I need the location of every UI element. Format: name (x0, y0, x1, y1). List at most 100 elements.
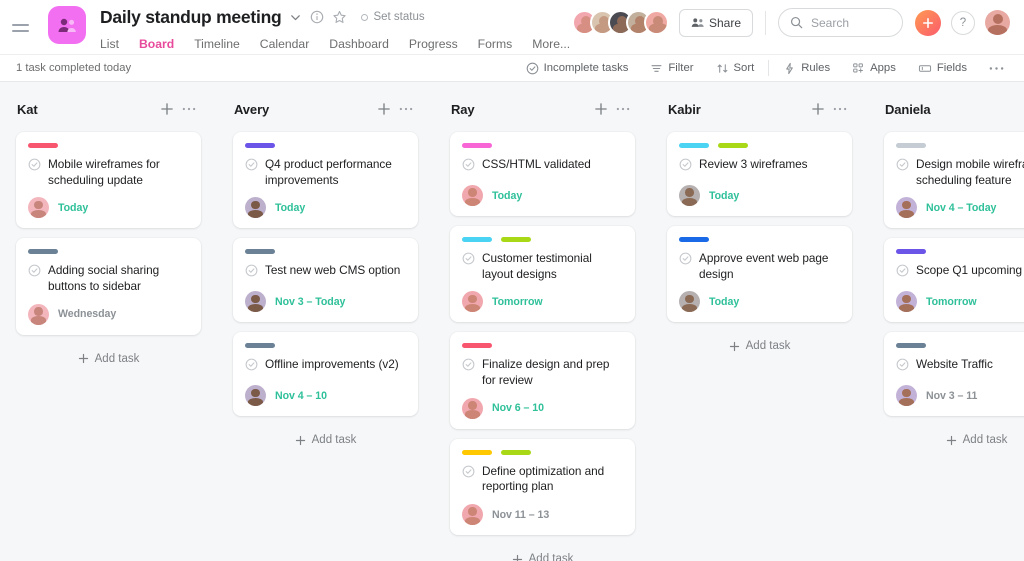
column-add-task-icon[interactable] (590, 98, 612, 120)
tab-dashboard[interactable]: Dashboard (329, 37, 389, 56)
task-due-date[interactable]: Today (492, 190, 522, 202)
task-complete-icon[interactable] (462, 465, 475, 483)
add-button[interactable] (915, 9, 941, 36)
check-circle-icon[interactable] (462, 158, 475, 171)
task-due-date[interactable]: Nov 6 – 10 (492, 402, 544, 414)
task-card[interactable]: Mobile wireframes for scheduling update T… (16, 132, 201, 229)
column-more-icon[interactable] (395, 98, 417, 120)
info-icon[interactable] (310, 10, 324, 24)
help-button[interactable]: ? (951, 10, 975, 35)
check-circle-icon[interactable] (679, 158, 692, 171)
apps-button[interactable]: Apps (841, 62, 907, 75)
share-button[interactable]: Share (678, 8, 753, 37)
column-title[interactable]: Avery (234, 102, 373, 117)
task-due-date[interactable]: Today (709, 190, 739, 202)
tab-calendar[interactable]: Calendar (260, 37, 309, 56)
task-card[interactable]: Finalize design and prep for review Nov 6… (450, 332, 635, 429)
task-due-date[interactable]: Today (58, 202, 88, 214)
task-complete-icon[interactable] (28, 264, 41, 282)
task-complete-icon[interactable] (245, 264, 258, 282)
column-title[interactable]: Kat (17, 102, 156, 117)
task-complete-icon[interactable] (245, 358, 258, 376)
task-complete-icon[interactable] (462, 252, 475, 270)
add-task-button[interactable]: Add task (667, 332, 852, 360)
column-add-task-icon[interactable] (807, 98, 829, 120)
task-complete-icon[interactable] (679, 158, 692, 176)
add-task-button[interactable]: Add task (16, 345, 201, 373)
check-circle-icon[interactable] (679, 252, 692, 265)
star-icon[interactable] (332, 10, 347, 25)
incomplete-tasks-button[interactable]: Incomplete tasks (515, 62, 640, 75)
chevron-down-icon[interactable] (289, 11, 302, 24)
task-card[interactable]: CSS/HTML validated Today (450, 132, 635, 216)
tab-list[interactable]: List (100, 37, 119, 56)
fields-button[interactable]: Fields (907, 62, 978, 75)
toolbar-more-button[interactable] (978, 66, 1012, 71)
column-more-icon[interactable] (178, 98, 200, 120)
check-circle-icon[interactable] (245, 158, 258, 171)
set-status-button[interactable]: Set status (361, 11, 425, 23)
task-complete-icon[interactable] (28, 158, 41, 176)
column-add-task-icon[interactable] (373, 98, 395, 120)
column-more-icon[interactable] (829, 98, 851, 120)
check-circle-icon[interactable] (462, 358, 475, 371)
tab-board[interactable]: Board (137, 37, 176, 57)
tab-more[interactable]: More... (532, 37, 570, 56)
task-card[interactable]: Review 3 wireframes Today (667, 132, 852, 216)
check-circle-icon[interactable] (896, 264, 909, 277)
rules-button[interactable]: Rules (772, 62, 841, 75)
column-title[interactable]: Daniela (885, 102, 1024, 117)
task-card[interactable]: Customer testimonial layout designs Tomor… (450, 226, 635, 323)
task-card[interactable]: Approve event web page design Today (667, 226, 852, 323)
filter-button[interactable]: Filter (639, 62, 704, 75)
search-input[interactable]: Search (778, 8, 903, 37)
check-circle-icon[interactable] (896, 358, 909, 371)
column-title[interactable]: Ray (451, 102, 590, 117)
task-due-date[interactable]: Nov 3 – 11 (926, 390, 977, 402)
hamburger-menu-icon[interactable] (12, 13, 38, 43)
task-complete-icon[interactable] (896, 158, 909, 176)
member-avatar-stack[interactable] (571, 10, 669, 35)
task-card[interactable]: Offline improvements (v2) Nov 4 – 10 (233, 332, 418, 417)
task-complete-icon[interactable] (462, 158, 475, 176)
check-circle-icon[interactable] (462, 465, 475, 478)
task-card[interactable]: Adding social sharing buttons to sidebar… (16, 238, 201, 335)
check-circle-icon[interactable] (896, 158, 909, 171)
add-task-button[interactable]: Add task (233, 426, 418, 454)
task-due-date[interactable]: Nov 4 – 10 (275, 390, 327, 402)
tab-progress[interactable]: Progress (409, 37, 458, 56)
task-complete-icon[interactable] (462, 358, 475, 376)
task-complete-icon[interactable] (896, 264, 909, 282)
check-circle-icon[interactable] (245, 358, 258, 371)
task-card[interactable]: Test new web CMS option Nov 3 – Today (233, 238, 418, 323)
page-title[interactable]: Daily standup meeting (100, 7, 282, 28)
tab-forms[interactable]: Forms (478, 37, 513, 56)
task-card[interactable]: Design mobile wireframes scheduling feat… (884, 132, 1024, 229)
project-people-icon[interactable] (48, 6, 86, 44)
task-due-date[interactable]: Tomorrow (492, 296, 543, 308)
task-card[interactable]: Scope Q1 upcoming work Tomorrow (884, 238, 1024, 323)
task-complete-icon[interactable] (245, 158, 258, 176)
task-card[interactable]: Define optimization and reporting plan No… (450, 438, 635, 536)
task-complete-icon[interactable] (679, 252, 692, 270)
sort-button[interactable]: Sort (705, 62, 766, 75)
task-due-date[interactable]: Today (709, 296, 739, 308)
tab-timeline[interactable]: Timeline (194, 37, 240, 56)
column-add-task-icon[interactable] (156, 98, 178, 120)
check-circle-icon[interactable] (28, 158, 41, 171)
task-due-date[interactable]: Tomorrow (926, 296, 977, 308)
check-circle-icon[interactable] (462, 252, 475, 265)
profile-avatar[interactable] (985, 10, 1010, 35)
column-more-icon[interactable] (612, 98, 634, 120)
add-task-button[interactable]: Add task (884, 426, 1024, 454)
task-due-date[interactable]: Today (275, 202, 305, 214)
task-complete-icon[interactable] (896, 358, 909, 376)
task-due-date[interactable]: Nov 3 – Today (275, 296, 345, 308)
task-due-date[interactable]: Nov 4 – Today (926, 202, 996, 214)
task-due-date[interactable]: Wednesday (58, 308, 116, 320)
column-title[interactable]: Kabir (668, 102, 807, 117)
task-card[interactable]: Q4 product performance improvements Today (233, 132, 418, 229)
task-due-date[interactable]: Nov 11 – 13 (492, 509, 549, 521)
task-card[interactable]: Website Traffic Nov 3 – 11 (884, 332, 1024, 417)
check-circle-icon[interactable] (245, 264, 258, 277)
